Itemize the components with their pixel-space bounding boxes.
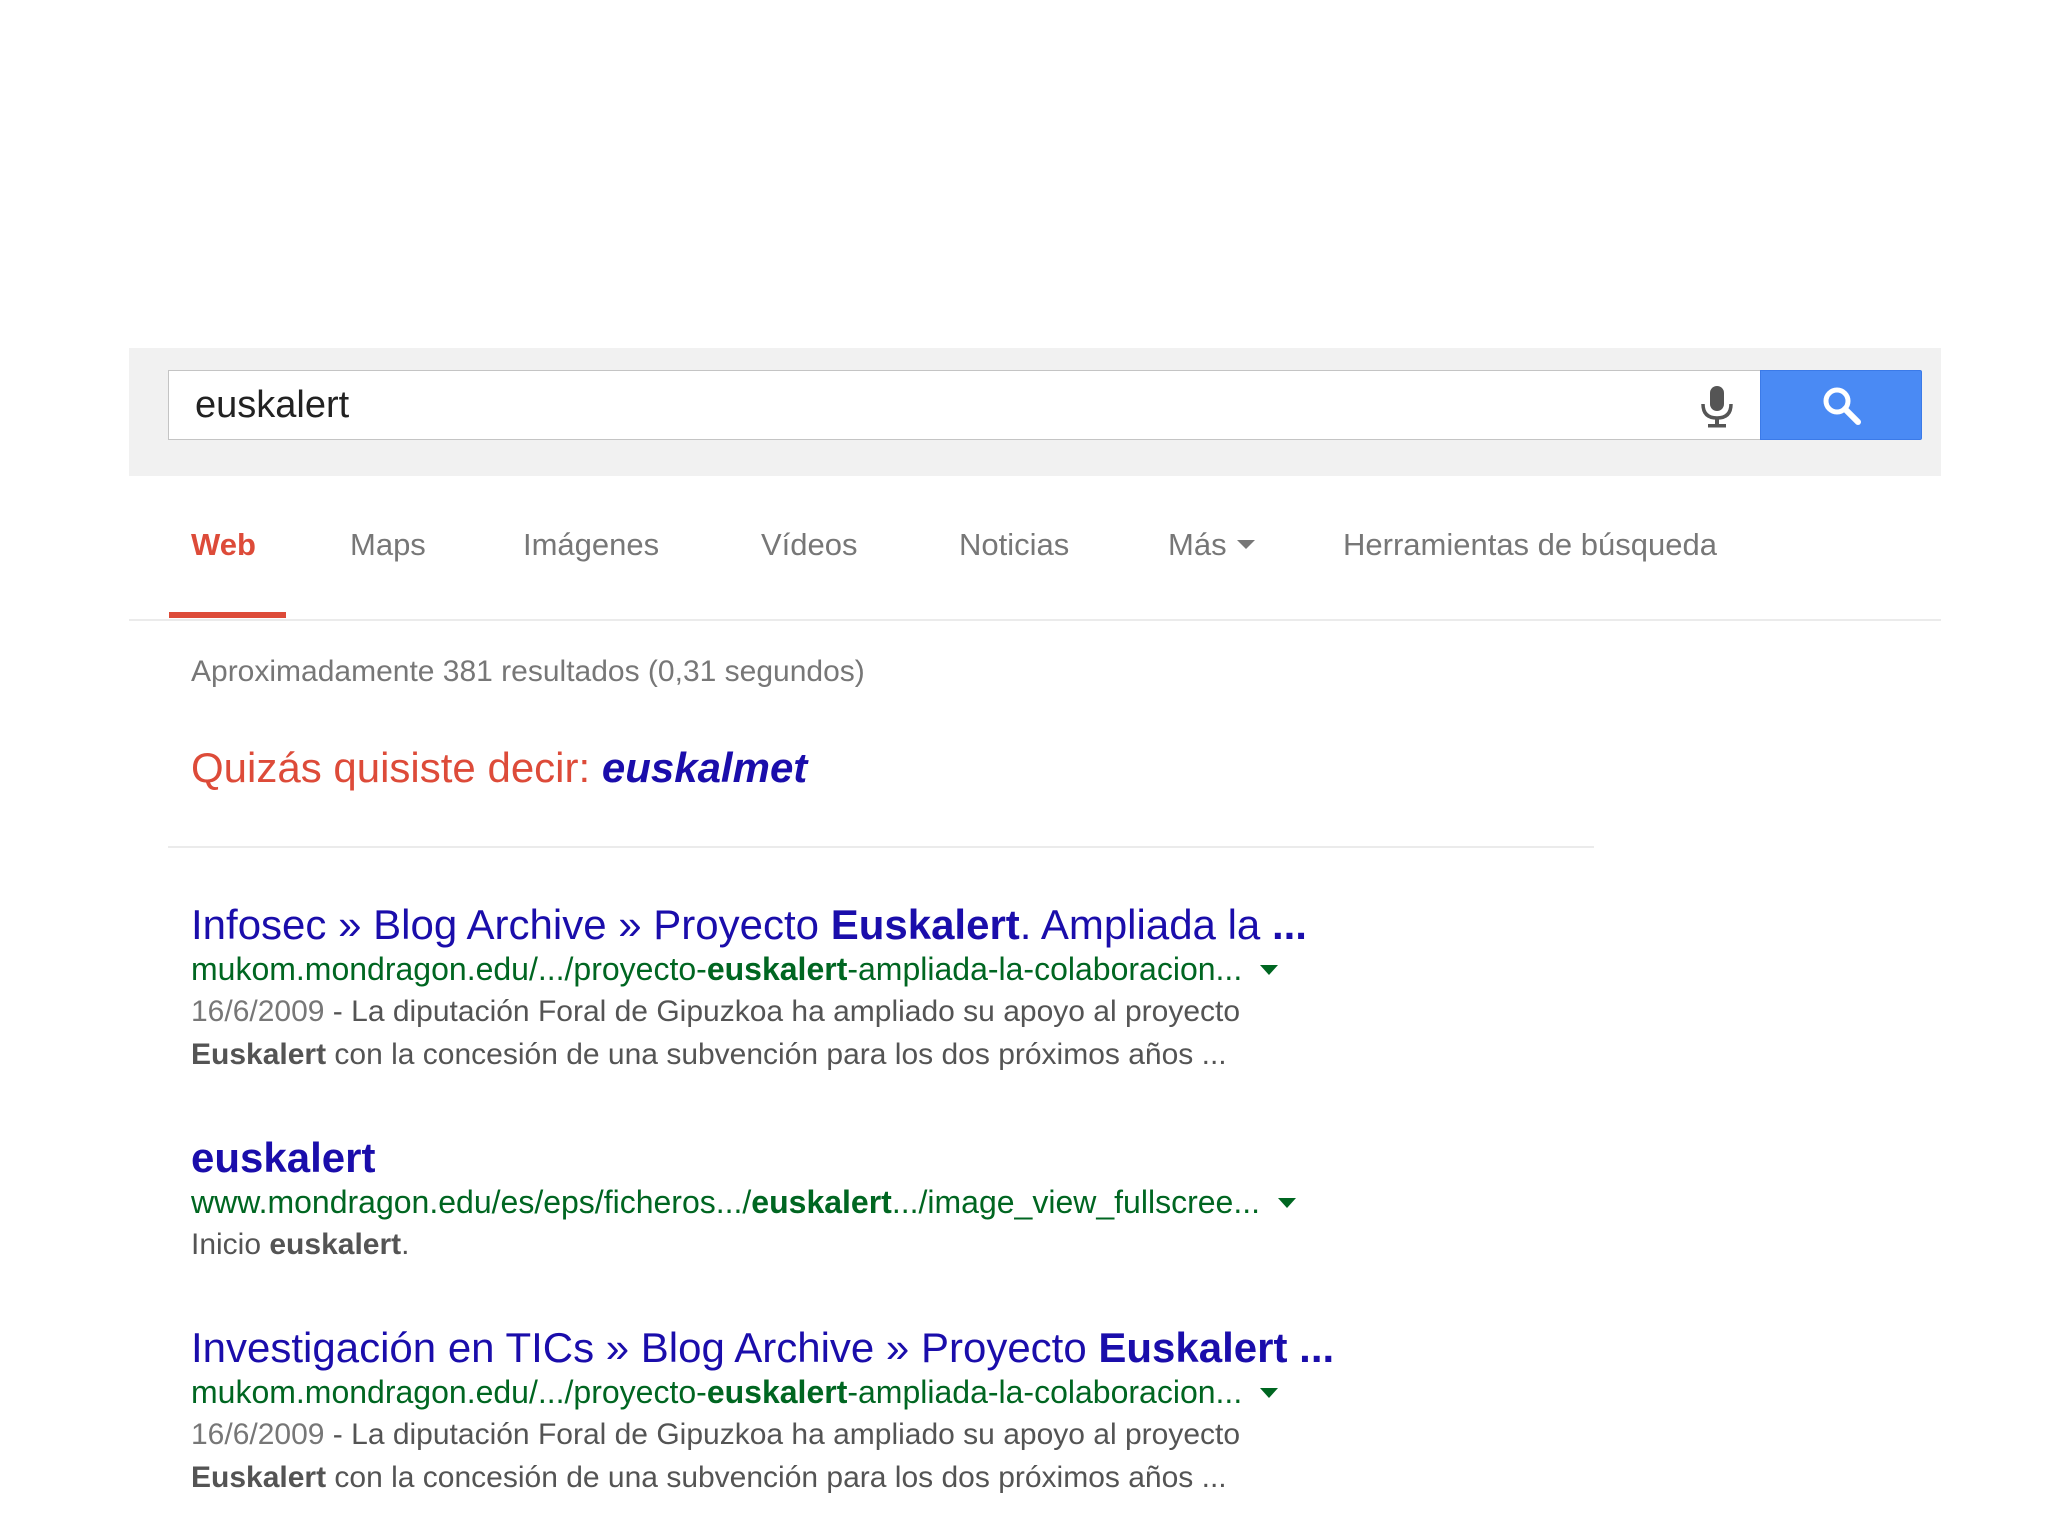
snippet-highlight: euskalert [269,1228,402,1261]
url-text: mukom.mondragon.edu/.../proyecto- [191,1374,707,1410]
tab-web[interactable]: Web [191,520,256,570]
tab-videos[interactable]: Vídeos [761,520,858,570]
result-title-link[interactable]: Infosec » Blog Archive » Proyecto Euskal… [191,898,1591,952]
search-input[interactable] [195,371,1595,439]
result-date: 16/6/2009 [191,995,325,1028]
snippet-text: - La diputación Foral de Gipuzkoa ha amp… [324,1418,1241,1451]
snippet-text: . [401,1228,410,1261]
result-title-link[interactable]: euskalert [191,1131,1591,1185]
magnifier-icon [1823,387,1861,425]
snippet-text: con la concesión de una subvención para … [326,1461,1227,1494]
url-text: .../image_view_fullscree... [891,1184,1260,1220]
search-result: euskalert www.mondragon.edu/es/eps/fiche… [191,1131,1591,1266]
tab-more-label: Más [1168,527,1227,562]
url-highlight: euskalert [706,951,848,987]
url-text: -ampliada-la-colaboracion... [847,1374,1243,1410]
title-ellipsis: ... [1287,1324,1335,1371]
snippet-text: Inicio [191,1228,270,1261]
url-dropdown-icon[interactable] [1260,1387,1279,1398]
snippet-text: - La diputación Foral de Gipuzkoa ha amp… [324,995,1241,1028]
title-highlight: euskalert [191,1134,376,1181]
result-url: mukom.mondragon.edu/.../proyecto-euskale… [191,948,1591,990]
url-text: mukom.mondragon.edu/.../proyecto- [191,951,707,987]
results-divider [168,846,1594,848]
snippet-highlight: Euskalert [191,1461,327,1494]
result-date: 16/6/2009 [191,1418,325,1451]
tab-more[interactable]: Más [1168,520,1255,570]
snippet-text: con la concesión de una subvención para … [326,1038,1227,1071]
tab-news[interactable]: Noticias [959,520,1069,570]
url-highlight: euskalert [751,1184,892,1220]
tab-maps[interactable]: Maps [350,520,426,570]
title-ellipsis: ... [1271,901,1307,948]
url-highlight: euskalert [706,1374,848,1410]
result-stats: Aproximadamente 381 resultados (0,31 seg… [191,655,865,688]
tabs-divider [129,619,1941,621]
title-text: . Ampliada la [1019,901,1272,948]
search-box[interactable] [168,370,1760,440]
active-tab-indicator [169,612,286,618]
chevron-down-icon [1236,540,1255,550]
search-button[interactable] [1760,370,1922,440]
search-result: Infosec » Blog Archive » Proyecto Euskal… [191,898,1591,1076]
url-dropdown-icon[interactable] [1277,1197,1296,1208]
search-results-page: Web Maps Imágenes Vídeos Noticias Más He… [0,0,2048,1536]
result-url: mukom.mondragon.edu/.../proyecto-euskale… [191,1371,1591,1413]
title-text: Investigación en TICs » Blog Archive » P… [191,1324,1099,1371]
url-text: www.mondragon.edu/es/eps/ficheros.../ [191,1184,752,1220]
result-title-link[interactable]: Investigación en TICs » Blog Archive » P… [191,1321,1591,1375]
tab-images[interactable]: Imágenes [523,520,659,570]
microphone-icon[interactable] [1694,383,1740,429]
search-tabs: Web Maps Imágenes Vídeos Noticias Más He… [129,520,1941,620]
result-snippet: 16/6/2009 - La diputación Foral de Gipuz… [191,990,1591,1076]
suggestion-link[interactable]: euskalmet [602,744,807,791]
tab-search-tools[interactable]: Herramientas de búsqueda [1343,520,1717,570]
suggestion-prefix: Quizás quisiste decir: [191,744,602,791]
result-snippet: Inicio euskalert. [191,1223,1591,1266]
snippet-highlight: Euskalert [191,1038,327,1071]
title-highlight: Euskalert [1098,1324,1288,1371]
result-url: www.mondragon.edu/es/eps/ficheros.../eus… [191,1181,1591,1223]
result-snippet: 16/6/2009 - La diputación Foral de Gipuz… [191,1413,1591,1499]
title-highlight: Euskalert [830,901,1020,948]
url-text: -ampliada-la-colaboracion... [847,951,1243,987]
url-dropdown-icon[interactable] [1260,964,1279,975]
search-result: Investigación en TICs » Blog Archive » P… [191,1321,1591,1499]
spelling-suggestion: Quizás quisiste decir: euskalmet [191,740,807,796]
title-text: Infosec » Blog Archive » Proyecto [191,901,831,948]
